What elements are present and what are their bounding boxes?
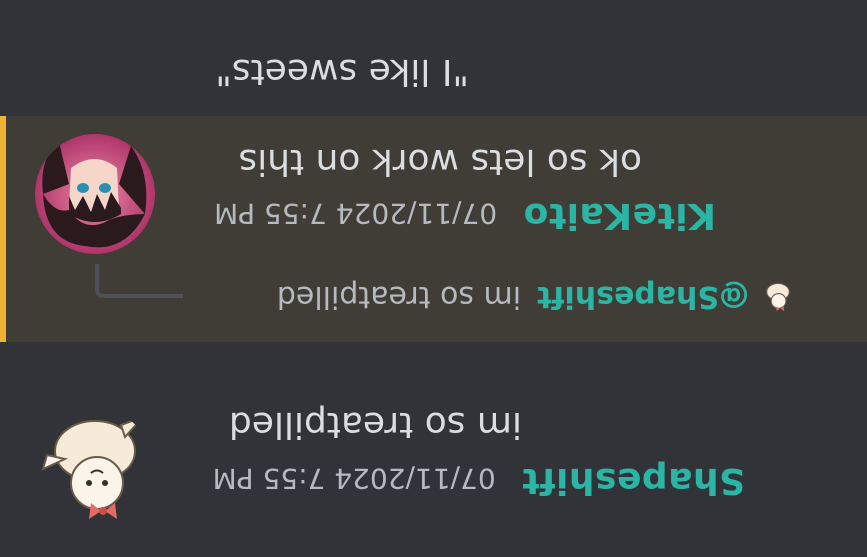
timestamp[interactable]: 07/11/2024 7:55 PM (213, 462, 496, 495)
username[interactable]: KiteKaito (523, 195, 716, 236)
message-text: ok so lets work on this (238, 141, 642, 182)
chibi-avatar-image (761, 280, 795, 314)
message-header: Shapeshift 07/11/2024 7:55 PM (213, 460, 745, 501)
anime-avatar-image (35, 134, 155, 254)
mention-highlight-bar (0, 116, 6, 342)
message-header: KiteKaito 07/11/2024 7:55 PM (214, 195, 716, 236)
username[interactable]: Shapeshift (522, 460, 745, 501)
reply-text[interactable]: im so treatpilled (277, 280, 521, 315)
reply-avatar[interactable] (761, 280, 795, 314)
message-text: "I like sweets" (215, 51, 469, 92)
avatar[interactable] (35, 134, 155, 254)
chat-message: Shapeshift 07/11/2024 7:55 PM im so trea… (0, 342, 867, 557)
chat-message-highlighted: @Shapeshift im so treatpilled KiteKaito … (0, 116, 867, 342)
chibi-avatar-image (35, 409, 155, 529)
reply-spine (95, 264, 183, 298)
reply-preview[interactable]: @Shapeshift im so treatpilled (277, 272, 795, 322)
chat-message-continuation: "I like sweets" (0, 0, 867, 116)
chat-view: Shapeshift 07/11/2024 7:55 PM im so trea… (0, 0, 867, 557)
reply-mention[interactable]: @Shapeshift (537, 280, 749, 315)
timestamp[interactable]: 07/11/2024 7:55 PM (214, 197, 497, 230)
message-text: im so treatpilled (228, 404, 522, 445)
avatar[interactable] (35, 409, 155, 529)
